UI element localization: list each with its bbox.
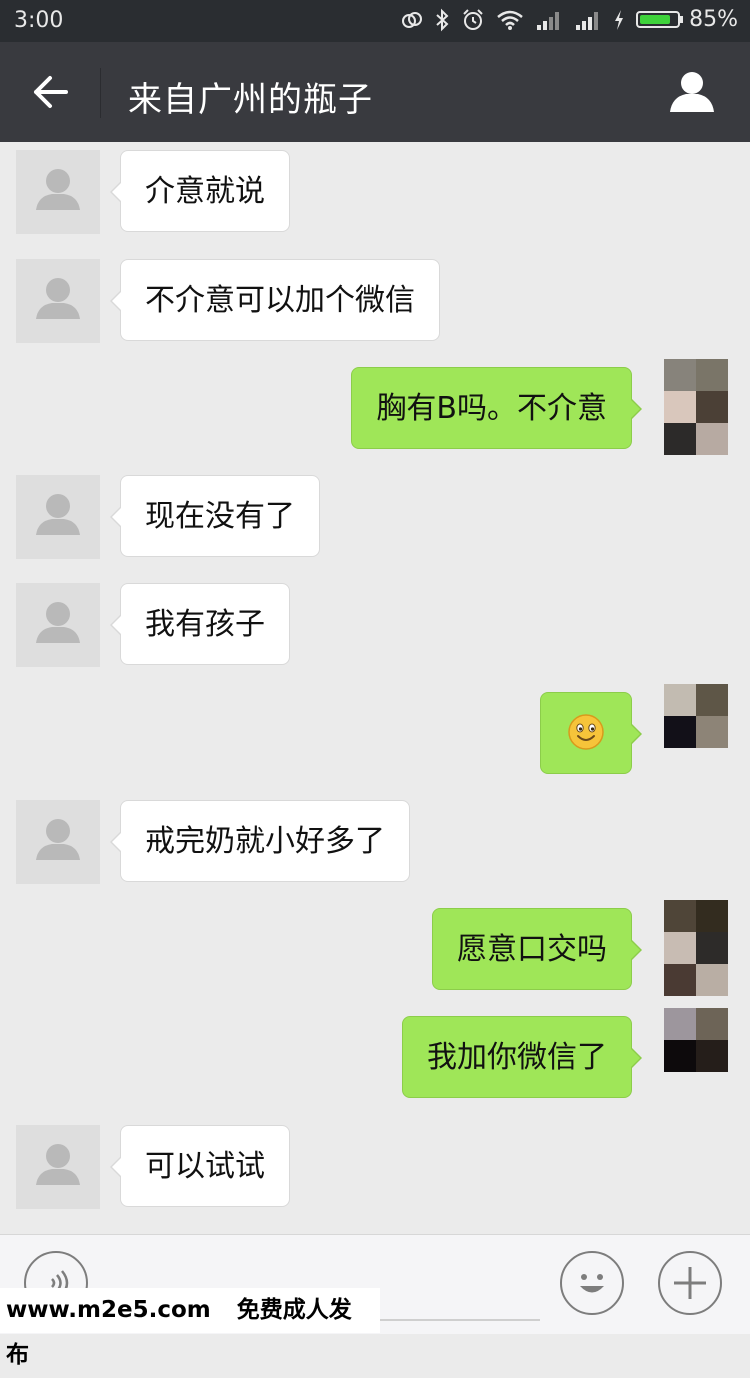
wifi-icon bbox=[497, 10, 523, 30]
default-avatar-icon bbox=[36, 278, 80, 319]
message-bubble[interactable]: 我有孩子 bbox=[110, 583, 290, 665]
message-incoming: 介意就说 bbox=[0, 142, 750, 238]
my-avatar[interactable] bbox=[664, 684, 728, 780]
message-outgoing bbox=[0, 684, 750, 780]
my-avatar[interactable] bbox=[664, 359, 728, 455]
contact-avatar[interactable] bbox=[16, 259, 100, 343]
smile-emoji-icon bbox=[568, 713, 604, 750]
status-bar: 3:00 85% bbox=[0, 0, 750, 42]
message-incoming: 可以试试 bbox=[0, 1117, 750, 1213]
signal-icon bbox=[537, 11, 560, 30]
message-text: 现在没有了 bbox=[145, 499, 295, 534]
contact-avatar[interactable] bbox=[16, 1125, 100, 1209]
more-options-button[interactable] bbox=[658, 1251, 722, 1315]
plus-icon bbox=[674, 1267, 706, 1299]
message-incoming: 戒完奶就小好多了 bbox=[0, 792, 750, 888]
message-text: 愿意口交吗 bbox=[457, 932, 607, 967]
my-avatar[interactable] bbox=[664, 900, 728, 996]
charging-icon bbox=[615, 9, 624, 30]
header-divider bbox=[100, 68, 101, 118]
default-avatar-icon bbox=[36, 169, 80, 210]
message-text: 我加你微信了 bbox=[427, 1040, 607, 1075]
battery-indicator: 85% bbox=[636, 7, 738, 32]
status-icons: 85% bbox=[401, 7, 738, 32]
message-bubble[interactable]: 我加你微信了 bbox=[402, 1016, 642, 1098]
default-avatar-icon bbox=[36, 1144, 80, 1185]
message-incoming: 不介意可以加个微信 bbox=[0, 251, 750, 347]
message-outgoing: 愿意口交吗 bbox=[0, 900, 750, 996]
watermark-site: www.m2e5.com bbox=[6, 1297, 211, 1323]
status-time: 3:00 bbox=[14, 8, 64, 33]
message-text: 戒完奶就小好多了 bbox=[145, 824, 385, 859]
my-avatar[interactable] bbox=[664, 1008, 728, 1104]
alarm-icon bbox=[463, 8, 483, 30]
chat-header: 来自广州的瓶子 bbox=[0, 42, 750, 142]
default-avatar-icon bbox=[36, 602, 80, 643]
default-avatar-icon bbox=[36, 819, 80, 860]
message-list[interactable]: 介意就说 不介意可以加个微信 胸有B吗。不介意 现在没有了 我有孩子 戒完奶就小… bbox=[0, 142, 750, 1234]
message-bubble[interactable]: 现在没有了 bbox=[110, 475, 320, 557]
message-text: 胸有B吗。不介意 bbox=[376, 391, 607, 426]
message-text: 介意就说 bbox=[145, 174, 265, 209]
message-incoming: 现在没有了 bbox=[0, 467, 750, 563]
message-bubble[interactable]: 胸有B吗。不介意 bbox=[351, 367, 642, 449]
smiley-face-icon bbox=[580, 1274, 604, 1293]
emoji-button[interactable] bbox=[560, 1251, 624, 1315]
contact-avatar[interactable] bbox=[16, 150, 100, 234]
chat-info-button[interactable] bbox=[666, 66, 718, 118]
bluetooth-icon bbox=[436, 8, 449, 31]
contact-avatar[interactable] bbox=[16, 583, 100, 667]
message-text: 不介意可以加个微信 bbox=[145, 283, 415, 318]
nfc-icon bbox=[402, 11, 423, 28]
message-bubble[interactable]: 介意就说 bbox=[110, 150, 290, 232]
message-incoming: 我有孩子 bbox=[0, 575, 750, 671]
message-bubble[interactable]: 戒完奶就小好多了 bbox=[110, 800, 410, 882]
contact-avatar[interactable] bbox=[16, 800, 100, 884]
message-bubble[interactable]: 不介意可以加个微信 bbox=[110, 259, 440, 341]
back-button[interactable] bbox=[22, 68, 78, 116]
message-bubble[interactable]: 愿意口交吗 bbox=[432, 908, 642, 990]
message-bubble[interactable] bbox=[540, 692, 642, 774]
signal-icon-2 bbox=[576, 11, 599, 30]
back-arrow-icon bbox=[34, 76, 68, 108]
default-avatar-icon bbox=[36, 494, 80, 535]
contact-avatar[interactable] bbox=[16, 475, 100, 559]
battery-fill bbox=[640, 15, 671, 24]
battery-icon bbox=[636, 11, 681, 28]
chat-title: 来自广州的瓶子 bbox=[128, 80, 373, 120]
message-outgoing: 胸有B吗。不介意 bbox=[0, 359, 750, 455]
battery-percent: 85% bbox=[689, 7, 738, 32]
message-text: 我有孩子 bbox=[145, 607, 265, 642]
person-icon bbox=[670, 72, 714, 112]
watermark-banner: www.m2e5.com 免费成人发布 bbox=[0, 1288, 380, 1368]
message-text: 可以试试 bbox=[145, 1149, 265, 1184]
message-outgoing: 我加你微信了 bbox=[0, 1008, 750, 1104]
message-bubble[interactable]: 可以试试 bbox=[110, 1125, 290, 1207]
